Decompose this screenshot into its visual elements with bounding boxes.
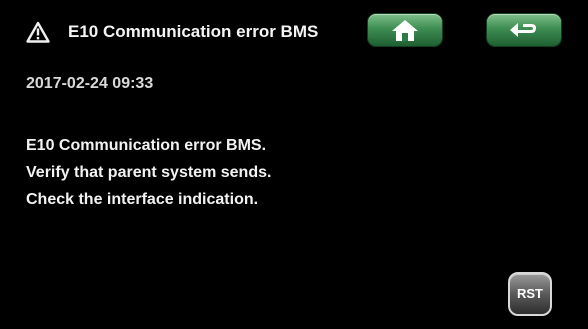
message-line: Verify that parent system sends. (26, 164, 272, 181)
reset-button[interactable]: RST (508, 272, 552, 316)
header-bar: E10 Communication error BMS (0, 0, 588, 60)
home-button[interactable] (368, 14, 442, 46)
warning-triangle-icon (26, 21, 50, 43)
alarm-title: E10 Communication error BMS (68, 22, 319, 41)
message-line: Check the interface indication. (26, 191, 259, 208)
event-timestamp: 2017-02-24 09:33 (26, 75, 154, 92)
message-line: E10 Communication error BMS. (26, 137, 267, 154)
alarm-screen: E10 Communication error BMS 2017-02-24 0… (0, 0, 588, 329)
back-button[interactable] (487, 14, 561, 46)
alarm-message: E10 Communication error BMS. Verify that… (26, 132, 271, 213)
